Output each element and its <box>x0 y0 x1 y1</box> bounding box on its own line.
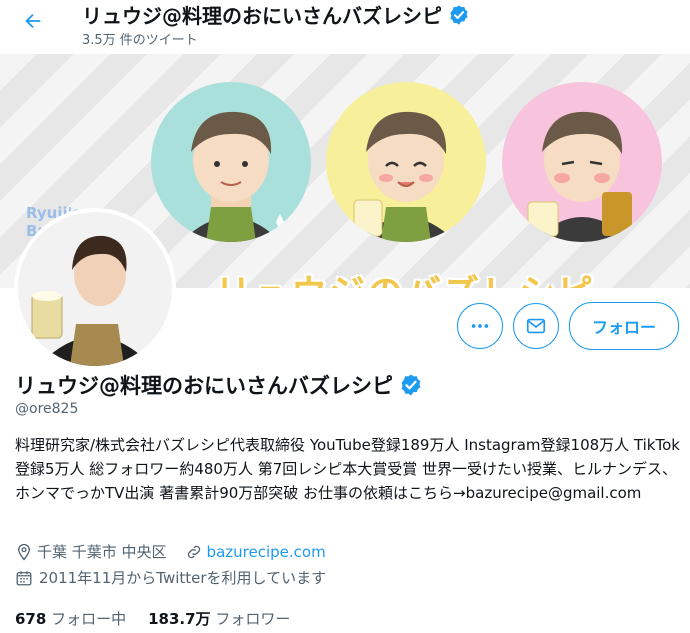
following-label: フォロー中 <box>51 610 127 628</box>
banner-character-2 <box>326 82 486 242</box>
message-icon <box>526 318 546 334</box>
profile-location: 千葉 千葉市 中央区 <box>37 543 167 561</box>
header-title: リュウジ@料理のおにいさんバズレシピ <box>82 4 442 28</box>
banner-character-1 <box>151 82 311 242</box>
verified-badge-icon <box>401 374 421 396</box>
profile-handle: @ore825 <box>15 401 79 417</box>
following-count: 678 <box>15 610 47 628</box>
profile-name: リュウジ@料理のおにいさんバズレシピ <box>15 374 393 398</box>
profile-joined-row: 2011年11月からTwitterを利用しています <box>15 567 326 588</box>
avatar[interactable] <box>14 208 176 370</box>
follow-button[interactable]: フォロー <box>569 302 679 350</box>
banner-headline: リュウジのバズレシピ <box>215 264 595 288</box>
back-arrow-icon[interactable] <box>22 10 44 32</box>
followers-label: フォロワー <box>215 610 291 628</box>
followers-stat[interactable]: 183.7万 フォロワー <box>148 608 290 629</box>
profile-name-row: リュウジ@料理のおにいさんバズレシピ <box>15 370 423 400</box>
header-title-row: リュウジ@料理のおにいさんバズレシピ <box>82 0 470 29</box>
profile-stats: 678 フォロー中 183.7万 フォロワー <box>15 608 290 629</box>
profile-website-link[interactable]: bazurecipe.com <box>207 543 326 561</box>
profile-bio: 料理研究家/株式会社バズレシピ代表取締役 YouTube登録189万人 Inst… <box>15 436 680 502</box>
following-stat[interactable]: 678 フォロー中 <box>15 608 126 629</box>
more-button[interactable] <box>457 303 503 349</box>
followers-count: 183.7万 <box>148 610 211 628</box>
calendar-icon <box>16 570 32 585</box>
profile-joined-date: 2011年11月からTwitterを利用しています <box>39 569 327 587</box>
location-icon <box>18 543 30 561</box>
profile-header: リュウジ@料理のおにいさんバズレシピ 3.5万 件のツイート <box>0 0 690 55</box>
message-button[interactable] <box>513 303 559 349</box>
link-icon <box>187 545 200 558</box>
tweet-count: 3.5万 件のツイート <box>82 33 198 48</box>
profile-meta-row: 千葉 千葉市 中央区 bazurecipe.com <box>15 541 326 562</box>
banner-character-3 <box>502 82 662 242</box>
verified-badge-icon <box>450 4 468 25</box>
more-icon <box>471 324 489 328</box>
